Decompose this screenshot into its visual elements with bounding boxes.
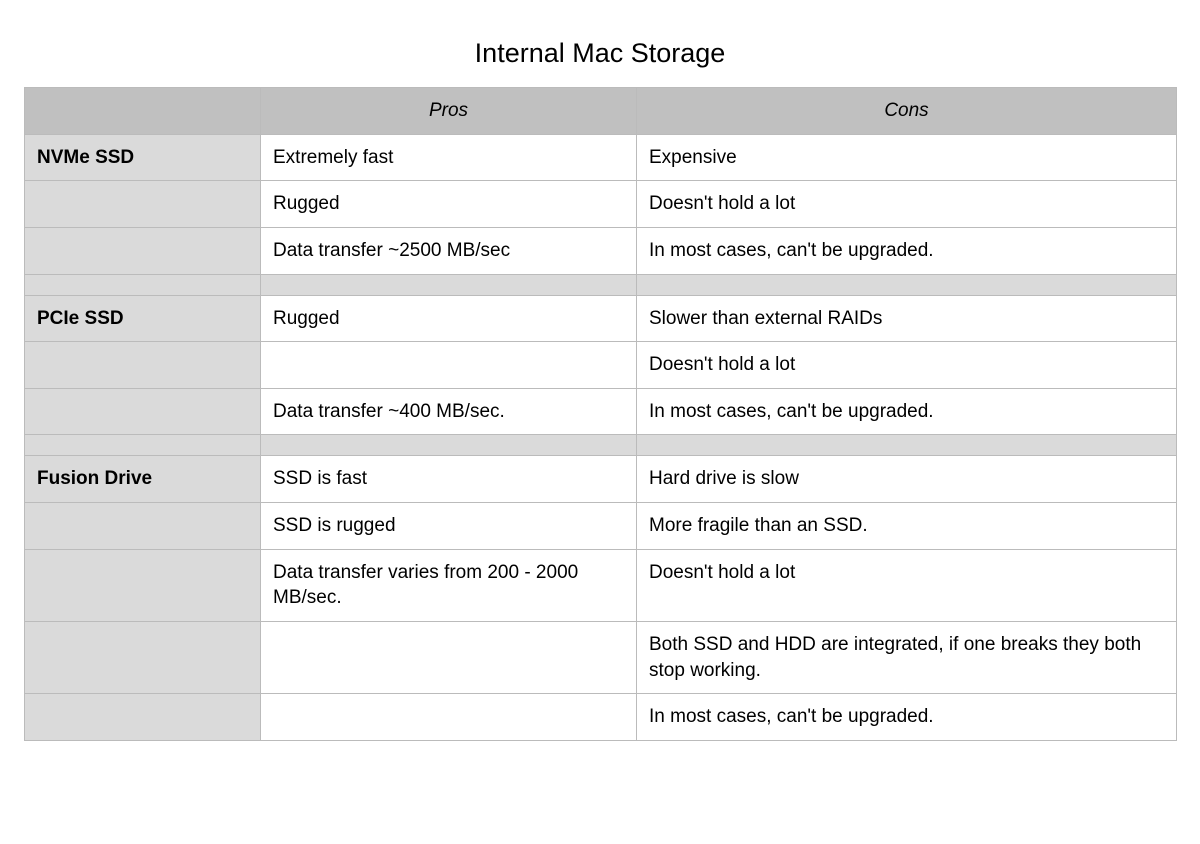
con-cell: Doesn't hold a lot: [637, 342, 1177, 389]
pro-cell: Rugged: [261, 181, 637, 228]
section-label-cont: [25, 622, 261, 694]
section-label-nvme: NVMe SSD: [25, 134, 261, 181]
pro-cell: Extremely fast: [261, 134, 637, 181]
table-row: Fusion Drive SSD is fast Hard drive is s…: [25, 456, 1177, 503]
con-cell: Both SSD and HDD are integrated, if one …: [637, 622, 1177, 694]
section-label-cont: [25, 503, 261, 550]
con-cell: In most cases, can't be upgraded.: [637, 388, 1177, 435]
con-cell: Hard drive is slow: [637, 456, 1177, 503]
table-row: PCIe SSD Rugged Slower than external RAI…: [25, 295, 1177, 342]
table-row: Doesn't hold a lot: [25, 342, 1177, 389]
section-label-fusion: Fusion Drive: [25, 456, 261, 503]
pro-cell: Data transfer ~2500 MB/sec: [261, 227, 637, 274]
header-pros: Pros: [261, 88, 637, 135]
pro-cell: SSD is rugged: [261, 503, 637, 550]
con-cell: In most cases, can't be upgraded.: [637, 694, 1177, 741]
section-label-cont: [25, 342, 261, 389]
section-label-cont: [25, 694, 261, 741]
pro-cell: [261, 342, 637, 389]
table-row: Data transfer ~2500 MB/sec In most cases…: [25, 227, 1177, 274]
section-label-cont: [25, 435, 261, 456]
section-label-cont: [25, 227, 261, 274]
page-title: Internal Mac Storage: [24, 38, 1176, 69]
con-cell: Slower than external RAIDs: [637, 295, 1177, 342]
table-row: Both SSD and HDD are integrated, if one …: [25, 622, 1177, 694]
section-label-pcie: PCIe SSD: [25, 295, 261, 342]
section-label-cont: [25, 274, 261, 295]
table-row: In most cases, can't be upgraded.: [25, 694, 1177, 741]
con-cell: Expensive: [637, 134, 1177, 181]
con-cell: More fragile than an SSD.: [637, 503, 1177, 550]
pro-cell: [261, 694, 637, 741]
storage-table: Pros Cons NVMe SSD Extremely fast Expens…: [24, 87, 1177, 741]
spacer-cell: [637, 435, 1177, 456]
pro-cell: Rugged: [261, 295, 637, 342]
section-spacer-row: [25, 435, 1177, 456]
table-row: Rugged Doesn't hold a lot: [25, 181, 1177, 228]
spacer-cell: [637, 274, 1177, 295]
pro-cell: SSD is fast: [261, 456, 637, 503]
header-cons: Cons: [637, 88, 1177, 135]
con-cell: Doesn't hold a lot: [637, 549, 1177, 621]
pro-cell: Data transfer varies from 200 - 2000 MB/…: [261, 549, 637, 621]
table-row: NVMe SSD Extremely fast Expensive: [25, 134, 1177, 181]
con-cell: In most cases, can't be upgraded.: [637, 227, 1177, 274]
section-label-cont: [25, 549, 261, 621]
table-row: SSD is rugged More fragile than an SSD.: [25, 503, 1177, 550]
pro-cell: Data transfer ~400 MB/sec.: [261, 388, 637, 435]
spacer-cell: [261, 274, 637, 295]
section-label-cont: [25, 388, 261, 435]
spacer-cell: [261, 435, 637, 456]
header-label: [25, 88, 261, 135]
table-header-row: Pros Cons: [25, 88, 1177, 135]
table-row: Data transfer varies from 200 - 2000 MB/…: [25, 549, 1177, 621]
table-row: Data transfer ~400 MB/sec. In most cases…: [25, 388, 1177, 435]
section-spacer-row: [25, 274, 1177, 295]
pro-cell: [261, 622, 637, 694]
con-cell: Doesn't hold a lot: [637, 181, 1177, 228]
section-label-cont: [25, 181, 261, 228]
